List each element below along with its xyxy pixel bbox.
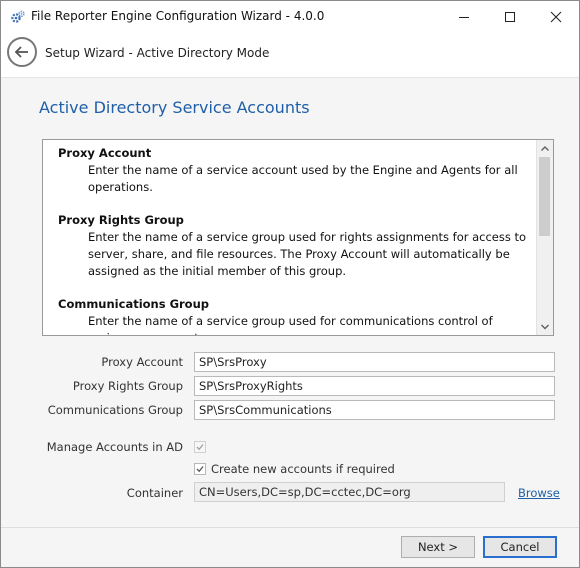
gears-icon	[11, 10, 25, 24]
section-title: Active Directory Service Accounts	[39, 98, 310, 117]
communications-group-field[interactable]: SP\SrsCommunications	[194, 400, 555, 420]
close-icon	[550, 11, 562, 23]
title-bar[interactable]: File Reporter Engine Configuration Wizar…	[1, 1, 579, 32]
manage-accounts-label: Manage Accounts in AD	[46, 440, 183, 454]
description-box[interactable]: Proxy Account Enter the name of a servic…	[42, 139, 554, 336]
window-title: File Reporter Engine Configuration Wizar…	[31, 9, 325, 23]
description-heading: Proxy Account	[58, 146, 152, 160]
container-field[interactable]: CN=Users,DC=sp,DC=cctec,DC=org	[194, 482, 505, 502]
maximize-button[interactable]	[487, 1, 533, 32]
wizard-window: File Reporter Engine Configuration Wizar…	[0, 0, 580, 568]
proxy-rights-group-field[interactable]: SP\SrsProxyRights	[194, 376, 555, 396]
description-heading: Communications Group	[58, 297, 210, 311]
create-accounts-checkbox[interactable]	[194, 463, 206, 475]
description-body: Enter the name of a service account used…	[88, 163, 518, 194]
cancel-button[interactable]: Cancel	[483, 536, 557, 558]
checkmark-icon	[196, 444, 204, 451]
wizard-header: Setup Wizard - Active Directory Mode	[1, 32, 579, 78]
description-body: Enter the name of a service group used f…	[88, 314, 493, 335]
description-body: Enter the name of a service group used f…	[88, 230, 527, 278]
scroll-thumb[interactable]	[539, 157, 550, 236]
scroll-up-button[interactable]	[538, 141, 552, 156]
next-button[interactable]: Next >	[401, 536, 475, 558]
minimize-button[interactable]	[441, 1, 487, 32]
container-label: Container	[126, 486, 183, 500]
proxy-account-label: Proxy Account	[101, 355, 183, 369]
maximize-icon	[505, 12, 515, 22]
content-area: Active Directory Service Accounts Proxy …	[1, 78, 579, 527]
wizard-footer: Next > Cancel	[1, 527, 579, 567]
communications-group-label: Communications Group	[47, 403, 183, 417]
description-content: Proxy Account Enter the name of a servic…	[58, 145, 536, 335]
back-arrow-icon	[14, 46, 28, 58]
page-title: Setup Wizard - Active Directory Mode	[45, 46, 270, 60]
close-button[interactable]	[533, 1, 579, 32]
manage-accounts-checkbox[interactable]	[194, 441, 206, 453]
back-button[interactable]	[7, 37, 37, 67]
checkmark-icon	[196, 466, 204, 473]
minimize-icon	[459, 17, 469, 18]
create-accounts-label[interactable]: Create new accounts if required	[211, 462, 395, 476]
proxy-account-field[interactable]: SP\SrsProxy	[194, 352, 555, 372]
chevron-down-icon	[541, 324, 549, 330]
browse-link[interactable]: Browse	[518, 486, 560, 500]
description-scrollbar[interactable]	[536, 140, 553, 335]
chevron-up-icon	[541, 146, 549, 151]
proxy-rights-group-label: Proxy Rights Group	[72, 379, 183, 393]
description-heading: Proxy Rights Group	[58, 213, 184, 227]
scroll-down-button[interactable]	[538, 319, 552, 334]
